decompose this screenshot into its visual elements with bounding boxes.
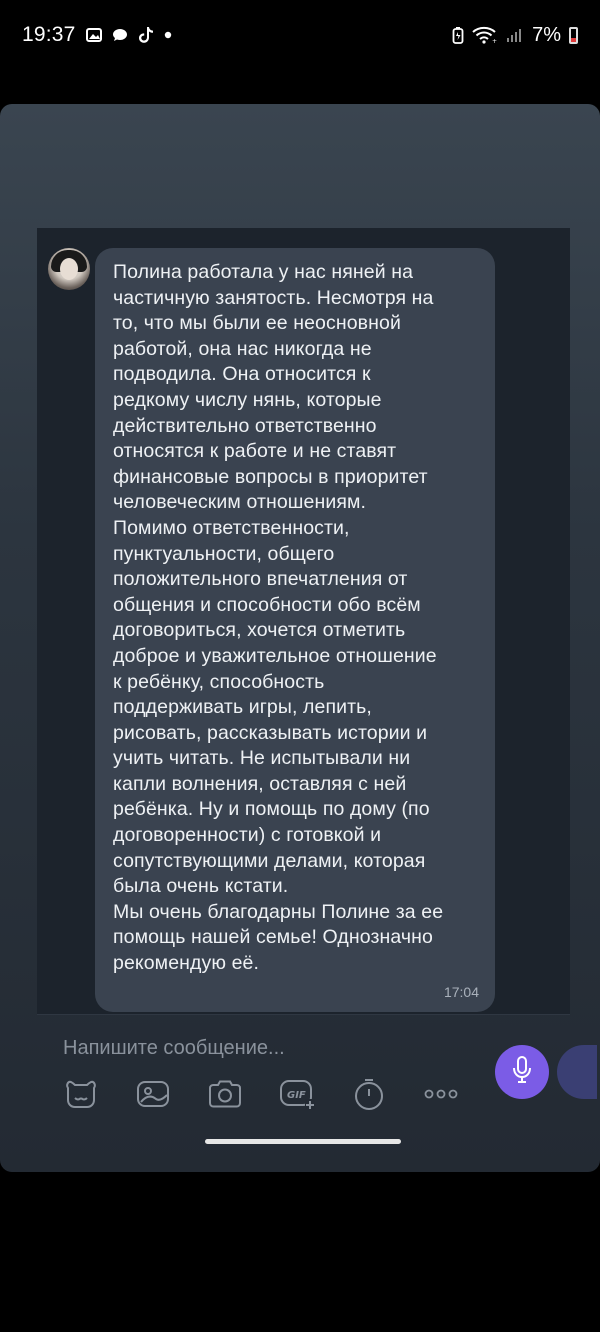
status-bar-left: 19:37	[22, 23, 172, 47]
camera-icon[interactable]	[207, 1077, 243, 1111]
sticker-icon[interactable]	[63, 1077, 99, 1111]
chat-area[interactable]: Полина работала у нас няней на частичную…	[37, 228, 570, 1014]
avatar[interactable]	[48, 248, 90, 290]
more-icon[interactable]	[423, 1077, 459, 1111]
secondary-action-button[interactable]	[557, 1045, 597, 1099]
signal-icon	[506, 27, 524, 43]
gallery-icon	[85, 28, 102, 42]
home-indicator[interactable]	[205, 1139, 401, 1144]
status-bar-right: + 7%	[452, 24, 578, 47]
dot-icon	[164, 31, 172, 39]
tiktok-icon	[138, 26, 154, 44]
message-text: Полина работала у нас няней на частичную…	[113, 261, 444, 975]
battery-icon	[569, 26, 578, 44]
svg-text:+: +	[492, 38, 497, 44]
message-bubble[interactable]: Полина работала у нас няней на частичную…	[95, 248, 495, 1012]
voice-message-button[interactable]	[495, 1045, 549, 1099]
microphone-icon	[511, 1055, 533, 1090]
message-time: 17:04	[443, 984, 479, 1000]
chat-icon	[112, 27, 128, 43]
gallery-icon[interactable]	[135, 1077, 171, 1111]
wifi-icon: +	[472, 26, 498, 44]
status-bar: 19:37 + 7%	[0, 0, 600, 70]
composer: Напишите сообщение... GIF	[37, 1015, 597, 1111]
status-time: 19:37	[22, 23, 76, 46]
composer-tools: GIF	[63, 1077, 459, 1111]
battery-percent: 7%	[532, 23, 561, 46]
gif-icon[interactable]: GIF	[279, 1077, 315, 1111]
svg-text:GIF: GIF	[287, 1090, 306, 1101]
battery-saver-icon	[452, 26, 464, 44]
timer-icon[interactable]	[351, 1077, 387, 1111]
screenshot-card: Полина работала у нас няней на частичную…	[0, 104, 600, 1172]
message-input[interactable]: Напишите сообщение...	[63, 1037, 285, 1060]
